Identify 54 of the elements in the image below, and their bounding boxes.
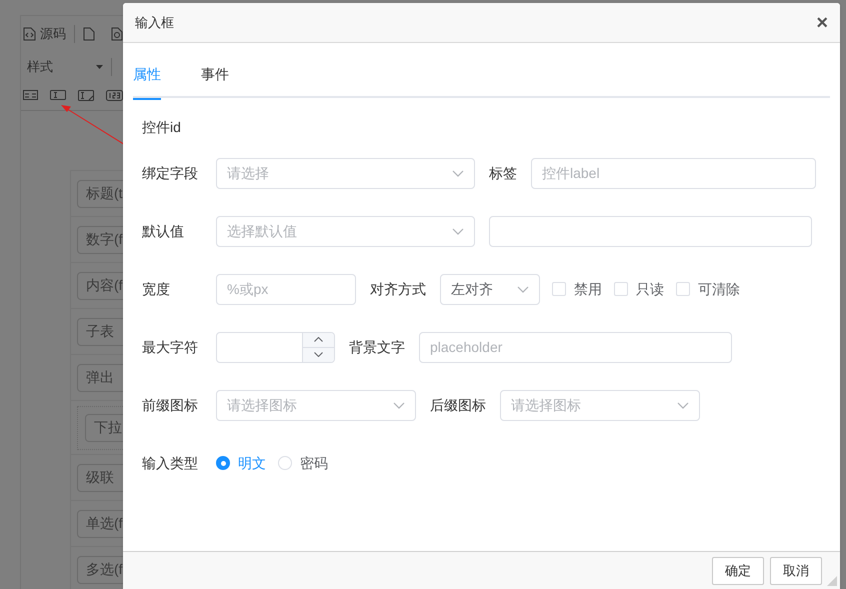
select-field[interactable]: 请选择 [216,158,475,188]
checkbox[interactable] [676,282,690,296]
number-icon[interactable] [106,90,123,100]
checkbox-label[interactable]: 禁用 [574,278,602,300]
select-field[interactable]: 请选择图标 [216,390,416,420]
form-icon[interactable] [23,90,38,100]
field-label: 标签 [489,164,517,182]
radio-label[interactable]: 密码 [300,452,328,474]
select-field[interactable]: 选择默认值 [216,216,475,246]
control-id-label: 控件id [142,118,181,137]
checkbox[interactable] [552,282,566,296]
select-field[interactable]: 请选择图标 [500,390,700,420]
dialog-button[interactable]: 取消 [770,556,822,584]
chevron-down-icon[interactable] [314,352,323,357]
text-input-icon[interactable] [50,90,66,100]
checkbox-label[interactable]: 可清除 [698,278,740,300]
resize-grip-icon[interactable] [827,576,837,586]
source-button[interactable]: 源码 [40,24,66,44]
chevron-down-icon [393,402,405,408]
field-label: 宽度 [142,280,171,298]
chevron-down-icon [677,402,689,408]
file-icon[interactable] [83,27,95,41]
field-label: 最大字符 [142,338,199,356]
caret-icon [96,65,103,69]
field-label: 前缀图标 [142,396,199,414]
radio-label[interactable]: 明文 [238,452,266,474]
dialog-title: 输入框 [135,14,174,32]
style-dropdown[interactable]: 样式 [21,57,107,77]
checkbox-label[interactable]: 只读 [636,278,664,300]
chevron-down-icon [452,170,464,176]
chevron-up-icon[interactable] [314,337,323,342]
field-label: 对齐方式 [370,280,426,298]
tab[interactable]: 属性 [133,63,161,100]
field-label: 输入类型 [142,454,199,472]
input-field[interactable]: placeholder [419,332,732,362]
input-field[interactable]: %或px [216,274,356,304]
input-field[interactable]: 控件label [531,158,816,188]
field-label: 背景文字 [349,338,405,356]
chevron-down-icon [517,286,529,292]
textarea-icon[interactable] [78,90,94,100]
search-file-icon[interactable] [111,27,123,41]
select-field[interactable]: 左对齐 [440,274,540,304]
radio-button[interactable] [216,456,230,470]
dialog-button[interactable]: 确定 [712,556,764,584]
close-button[interactable]: × [816,12,828,32]
field-label: 后缀图标 [430,396,486,414]
input-field[interactable] [489,216,812,246]
code-file-icon[interactable] [23,27,36,41]
chevron-down-icon [452,228,464,234]
tab[interactable]: 事件 [201,63,229,100]
field-label: 绑定字段 [142,164,199,182]
checkbox[interactable] [614,282,628,296]
number-field[interactable] [216,332,335,362]
field-label: 默认值 [142,222,185,240]
